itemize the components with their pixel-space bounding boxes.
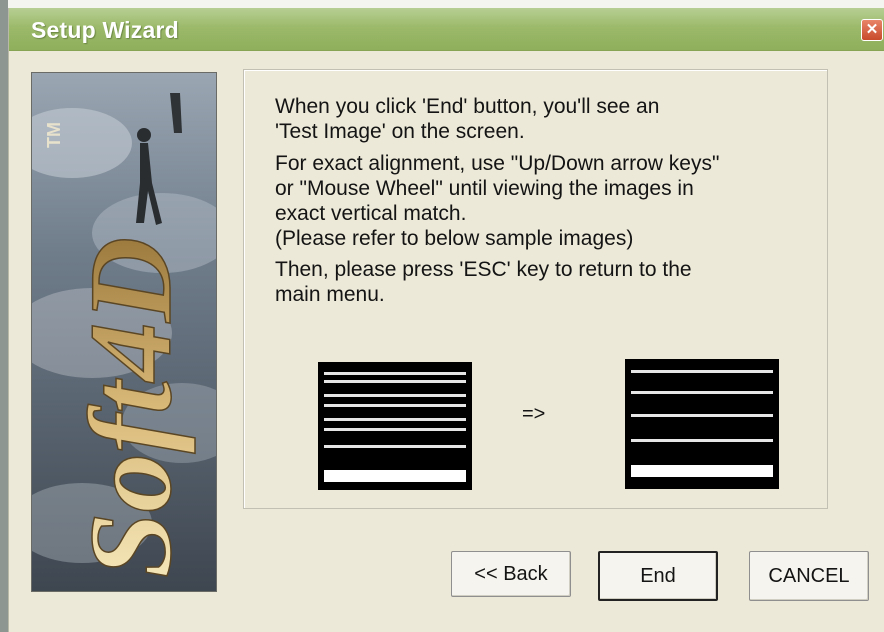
sample-line [324,372,466,375]
sample-line [631,439,773,442]
instruction-line-1: When you click 'End' button, you'll see … [275,95,660,118]
desktop-left-edge [0,0,8,632]
title-bar[interactable]: Setup Wizard ✕ [9,8,884,51]
banner-trademark: TM [44,122,64,148]
sample-line [631,414,773,417]
soft4d-banner-image: Soft4D TM [31,72,217,592]
instruction-line-8: main menu. [275,283,385,306]
sample-image-misaligned [318,362,472,490]
instruction-line-7: Then, please press 'ESC' key to return t… [275,258,692,281]
banner-graphic: Soft4D TM [32,73,216,591]
instruction-line-3: For exact alignment, use "Up/Down arrow … [275,152,720,175]
sample-line [324,428,466,431]
banner-brand-text: Soft4D [65,237,196,578]
window-title: Setup Wizard [31,17,179,43]
instruction-line-4: or "Mouse Wheel" until viewing the image… [275,177,694,200]
instruction-line-2: 'Test Image' on the screen. [275,120,525,143]
sample-line [324,380,466,383]
instruction-line-5: exact vertical match. [275,202,467,225]
sample-image-aligned [625,359,779,489]
desktop-top-edge [0,0,884,8]
close-button[interactable]: ✕ [861,19,883,41]
sample-line [631,391,773,394]
sample-line [324,445,466,448]
end-button[interactable]: End [598,551,718,601]
back-button[interactable]: << Back [451,551,571,597]
close-icon: ✕ [865,21,879,38]
sample-thick-line [631,465,773,477]
sample-line [631,370,773,373]
cancel-button[interactable]: CANCEL [749,551,869,601]
sample-line [324,418,466,421]
sample-thick-line [324,470,466,482]
sample-line [324,404,466,407]
sample-line [324,394,466,397]
sample-arrow: => [522,403,546,425]
instruction-line-6: (Please refer to below sample images) [275,227,634,250]
